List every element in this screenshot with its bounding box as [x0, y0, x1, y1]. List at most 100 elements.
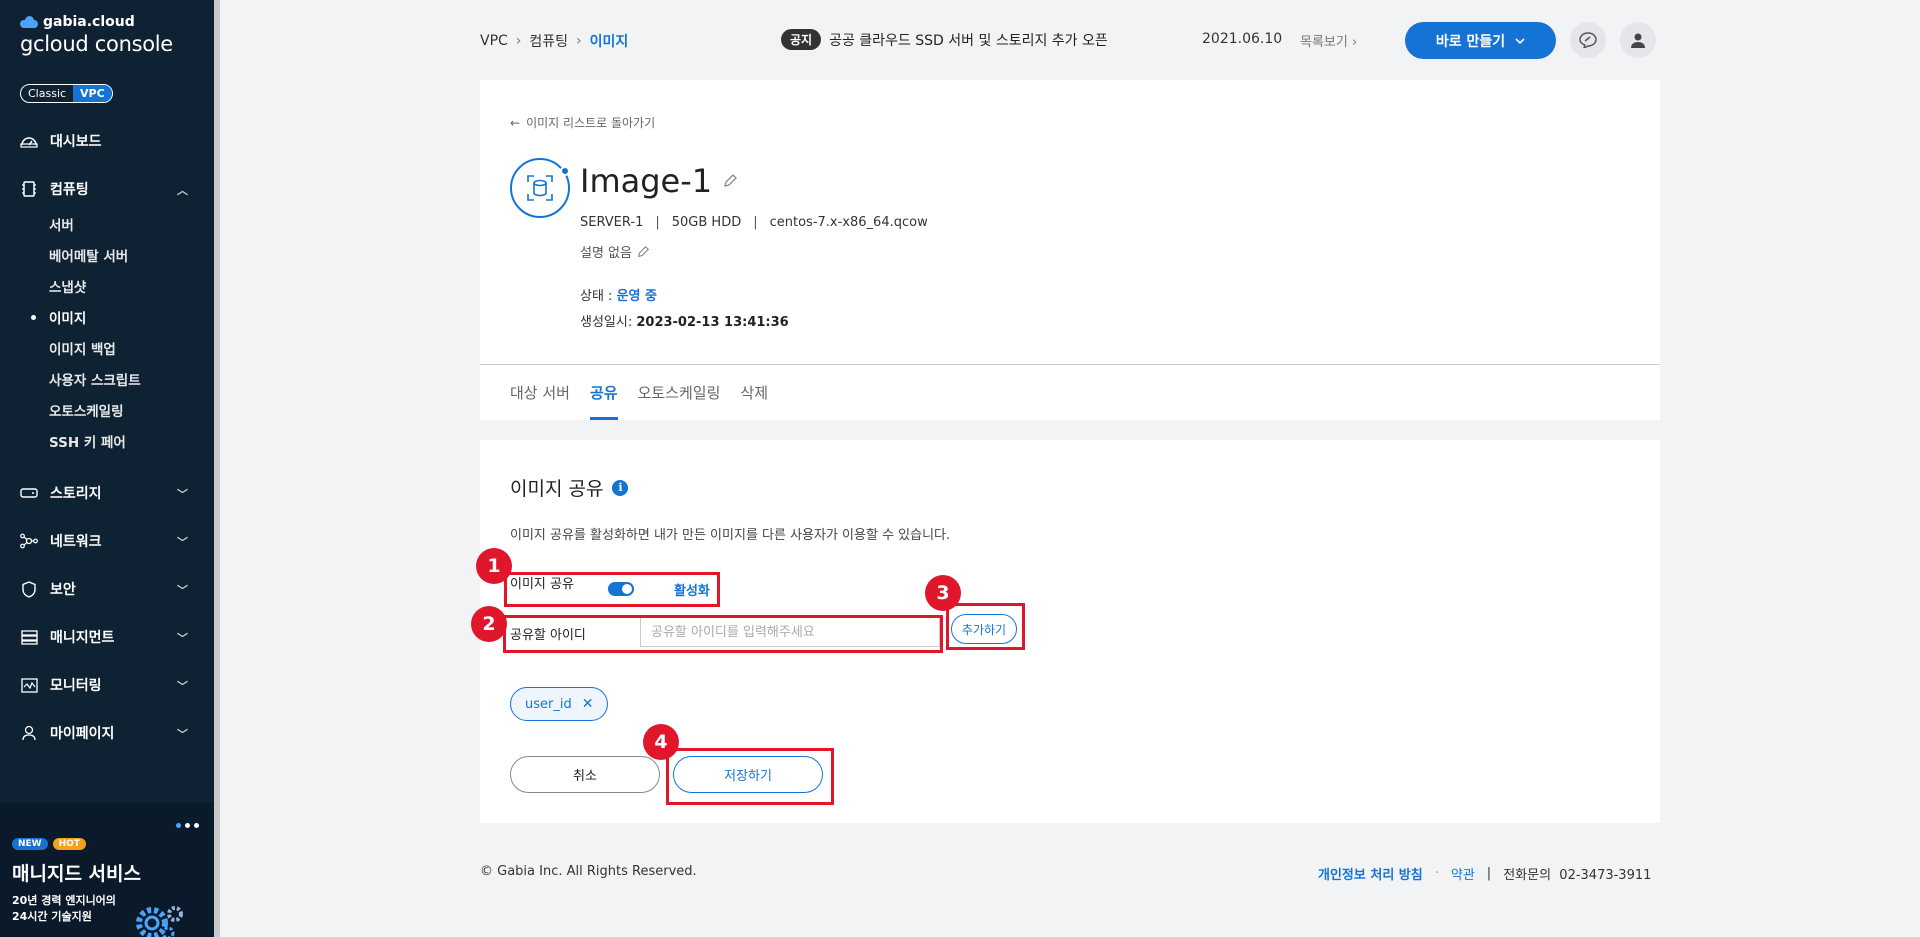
- detail-tabs: 대상 서버 공유 오토스케일링 삭제: [510, 364, 768, 420]
- sidebar-item-label: 마이페이지: [50, 726, 115, 742]
- chevron-down-icon: ﹀: [177, 728, 188, 741]
- notice-tag: 공지: [781, 29, 822, 50]
- quick-create-button[interactable]: 바로 만들기: [1405, 22, 1556, 59]
- breadcrumb-vpc[interactable]: VPC: [480, 33, 508, 49]
- tab-target-server[interactable]: 대상 서버: [510, 364, 570, 420]
- annotation-box-2: [503, 615, 943, 653]
- annotation-box-4: [666, 748, 834, 805]
- meta-server: SERVER-1: [580, 215, 644, 230]
- meta-disk: 50GB HDD: [671, 215, 742, 230]
- sidebar-item-label: 스토리지: [50, 486, 102, 502]
- sidebar-item-network[interactable]: 네트워크 ﹀: [0, 526, 214, 556]
- sidebar-item-management[interactable]: 매니지먼트 ﹀: [0, 622, 214, 652]
- notice-text[interactable]: 공공 클라우드 SSD 서버 및 스토리지 추가 오픈: [829, 30, 1108, 50]
- breadcrumb-computing[interactable]: 컴퓨팅: [529, 31, 568, 51]
- top-bar: VPC › 컴퓨팅 › 이미지 공지 공공 클라우드 SSD 서버 및 스토리지…: [480, 20, 1660, 60]
- sidebar-item-mypage[interactable]: 마이페이지 ﹀: [0, 718, 214, 748]
- notice-list-link[interactable]: 목록보기 ›: [1300, 31, 1357, 50]
- tab-share[interactable]: 공유: [589, 364, 618, 420]
- sidebar-sub-server[interactable]: 서버: [0, 208, 214, 239]
- chevron-down-icon: ﹀: [177, 680, 188, 693]
- cancel-button[interactable]: 취소: [510, 756, 660, 793]
- badge-hot: HOT: [52, 838, 86, 850]
- chevron-down-icon: ﹀: [177, 536, 188, 549]
- chevron-right-icon: ›: [515, 33, 522, 49]
- annotation-badge-3: 3: [925, 575, 961, 611]
- tab-delete[interactable]: 삭제: [740, 364, 768, 420]
- arrow-left-icon: ←: [510, 115, 521, 130]
- mode-vpc[interactable]: VPC: [73, 85, 112, 102]
- sidebar-item-dashboard[interactable]: 대시보드: [0, 126, 214, 156]
- chip-icon: [20, 180, 38, 198]
- annotation-badge-2: 2: [471, 606, 507, 642]
- sidebar-sub-baremetal[interactable]: 베어메탈 서버: [0, 239, 214, 270]
- cloud-logo-icon: [20, 16, 38, 28]
- sidebar-item-label: 모니터링: [50, 678, 102, 694]
- sidebar-sub-image-backup[interactable]: 이미지 백업: [0, 332, 214, 363]
- chat-button[interactable]: [1570, 22, 1606, 58]
- meta-os: centos-7.x-x86_64.qcow: [769, 215, 928, 230]
- remove-chip-icon[interactable]: ✕: [582, 696, 594, 712]
- sidebar: gabia.cloud gcloud console Classic VPC 대…: [0, 0, 220, 937]
- image-detail-card: ← 이미지 리스트로 돌아가기 Image-1 SERVER-1 | 50GB …: [480, 80, 1660, 420]
- annotation-box-3: [946, 603, 1025, 650]
- sidebar-sub-autoscaling[interactable]: 오토스케일링: [0, 394, 214, 425]
- edit-pencil-icon[interactable]: [722, 173, 738, 189]
- sidebar-item-storage[interactable]: 스토리지 ﹀: [0, 478, 214, 508]
- user-icon: [1631, 33, 1645, 48]
- image-meta: SERVER-1 | 50GB HDD | centos-7.x-x86_64.…: [580, 215, 928, 230]
- promo-title: 매니지드 서비스: [12, 863, 141, 885]
- info-icon[interactable]: i: [612, 479, 629, 496]
- sidebar-sub-user-script[interactable]: 사용자 스크립트: [0, 363, 214, 394]
- notice[interactable]: 공지 공공 클라우드 SSD 서버 및 스토리지 추가 오픈: [781, 29, 1108, 50]
- chevron-down-icon: ﹀: [177, 632, 188, 645]
- mode-toggle[interactable]: Classic VPC: [20, 84, 113, 103]
- database-icon: [527, 175, 553, 201]
- mode-classic[interactable]: Classic: [21, 85, 73, 102]
- profile-button[interactable]: [1620, 22, 1656, 58]
- chevron-down-icon: [1515, 37, 1525, 44]
- image-title: Image-1: [580, 162, 738, 200]
- promo-line2: 24시간 기술지원: [12, 910, 92, 923]
- sidebar-item-monitoring[interactable]: 모니터링 ﹀: [0, 670, 214, 700]
- annotation-badge-1: 1: [476, 548, 512, 584]
- phone-contact: 전화문의 02-3473-3911: [1503, 868, 1652, 883]
- chevron-down-icon: ﹀: [177, 488, 188, 501]
- image-description: 설명 없음: [580, 242, 650, 261]
- carousel-dots[interactable]: [176, 823, 199, 828]
- terms-link[interactable]: 약관: [1451, 864, 1475, 883]
- chevron-up-icon: ︿: [177, 184, 188, 197]
- sidebar-nav: 대시보드 컴퓨팅 ︿ 서버 베어메탈 서버 스냅샷 이미지 이미지 백업 사용자…: [0, 122, 214, 748]
- shared-id-chip: user_id ✕: [510, 687, 609, 721]
- back-to-list-link[interactable]: ← 이미지 리스트로 돌아가기: [510, 114, 655, 131]
- edit-pencil-icon[interactable]: [636, 245, 650, 259]
- share-section-title: 이미지 공유 i: [510, 474, 629, 501]
- sidebar-item-security[interactable]: 보안 ﹀: [0, 574, 214, 604]
- tab-autoscaling[interactable]: 오토스케일링: [638, 364, 721, 420]
- sidebar-sub-snapshot[interactable]: 스냅샷: [0, 270, 214, 301]
- chevron-right-icon: ›: [576, 33, 582, 49]
- notice-date: 2021.06.10: [1202, 31, 1283, 47]
- storage-icon: [20, 484, 38, 502]
- breadcrumb-image: 이미지: [589, 34, 629, 50]
- sidebar-sub-ssh-keypair[interactable]: SSH 키 페어: [0, 425, 214, 456]
- sidebar-item-label: 매니지먼트: [50, 630, 115, 646]
- sidebar-item-label: 보안: [50, 582, 76, 598]
- promo-line1: 20년 경력 엔지니어의: [12, 894, 116, 907]
- monitoring-icon: [20, 676, 38, 694]
- sidebar-scrollbar[interactable]: [214, 0, 220, 937]
- image-name: Image-1: [580, 162, 713, 200]
- brand-top: gabia.cloud: [43, 14, 135, 30]
- share-description: 이미지 공유를 활성화하면 내가 만든 이미지를 다른 사용자가 이용할 수 있…: [510, 528, 951, 543]
- logo[interactable]: gabia.cloud gcloud console: [20, 14, 173, 56]
- breadcrumb: VPC › 컴퓨팅 › 이미지: [480, 31, 628, 51]
- promo-banner[interactable]: NEW HOT 매니지드 서비스 20년 경력 엔지니어의 24시간 기술지원: [0, 803, 214, 937]
- copyright: © Gabia Inc. All Rights Reserved.: [480, 864, 697, 879]
- privacy-link[interactable]: 개인정보 처리 방침: [1318, 864, 1423, 883]
- annotation-box-1: [504, 572, 720, 607]
- sidebar-item-computing[interactable]: 컴퓨팅 ︿: [0, 174, 214, 204]
- user-icon: [20, 724, 38, 742]
- sidebar-item-label: 네트워크: [50, 534, 102, 550]
- footer-links: 개인정보 처리 방침 · 약관 | 전화문의 02-3473-3911: [1318, 864, 1652, 883]
- sidebar-sub-image[interactable]: 이미지: [0, 301, 214, 332]
